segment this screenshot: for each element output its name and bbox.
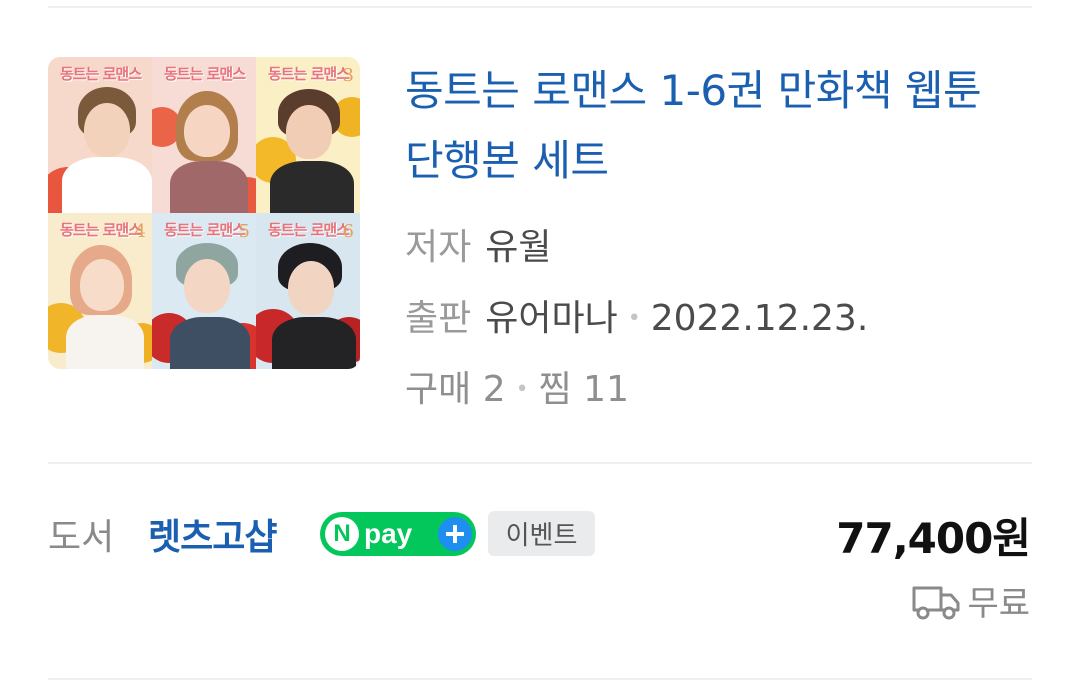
cover-volume-5: 동트는 로맨스 5	[152, 213, 256, 369]
cover-volume-1: 동트는 로맨스	[48, 57, 152, 213]
top-divider	[48, 6, 1032, 8]
author-name: 유월	[485, 227, 552, 268]
cover-volume-number: 3	[342, 65, 354, 86]
author-label: 저자	[405, 227, 472, 268]
bottom-divider	[48, 678, 1032, 680]
publisher-label: 출판	[405, 298, 472, 339]
wish-label: 찜	[538, 369, 572, 410]
cover-volume-title: 동트는 로맨스	[164, 221, 246, 239]
npay-n-icon: N	[325, 517, 359, 551]
cover-volume-number: 4	[134, 221, 146, 242]
cover-volume-number: 6	[342, 221, 354, 242]
separator-dot: •	[515, 377, 529, 402]
publisher-name: 유어마나	[485, 298, 618, 339]
purchase-label: 구매	[405, 369, 472, 410]
product-thumbnail[interactable]: 동트는 로맨스 동트는 로맨스 동트는 로맨스 3 동트는 로맨스 4 동트는	[48, 57, 360, 369]
wish-count: 11	[583, 369, 629, 410]
plus-icon	[438, 517, 472, 551]
cover-volume-title: 동트는 로맨스	[60, 221, 142, 239]
cover-volume-3: 동트는 로맨스 3	[256, 57, 360, 213]
cover-volume-title: 동트는 로맨스	[164, 65, 246, 83]
product-price: 77,400원	[836, 514, 1031, 563]
cover-volume-number: 5	[238, 221, 250, 242]
npay-plus-badge: N pay	[320, 512, 476, 556]
cover-volume-title: 동트는 로맨스	[268, 221, 350, 239]
separator-dot: •	[627, 306, 641, 331]
cover-volume-4: 동트는 로맨스 4	[48, 213, 152, 369]
store-category: 도서	[48, 517, 115, 558]
publish-date: 2022.12.23.	[650, 298, 869, 339]
publisher-line: 출판 유어마나 • 2022.12.23.	[405, 289, 868, 341]
npay-label: pay	[364, 518, 413, 549]
store-name-link[interactable]: 렛츠고샵	[148, 508, 277, 560]
section-divider	[48, 462, 1032, 464]
cover-volume-2: 동트는 로맨스	[152, 57, 256, 213]
author-line: 저자 유월	[405, 218, 552, 270]
cover-volume-title: 동트는 로맨스	[60, 65, 142, 83]
purchase-count: 2	[482, 369, 506, 410]
stats-line: 구매 2 • 찜 11	[405, 360, 629, 412]
truck-icon	[912, 586, 960, 619]
cover-volume-6: 동트는 로맨스 6	[256, 213, 360, 369]
cover-volume-title: 동트는 로맨스	[268, 65, 350, 83]
delivery-fee: 무료	[967, 584, 1030, 624]
event-badge: 이벤트	[488, 511, 595, 556]
delivery-info: 무료	[911, 576, 1030, 625]
product-title[interactable]: 동트는 로맨스 1-6권 만화책 웹툰 단행본 세트	[405, 56, 1025, 196]
